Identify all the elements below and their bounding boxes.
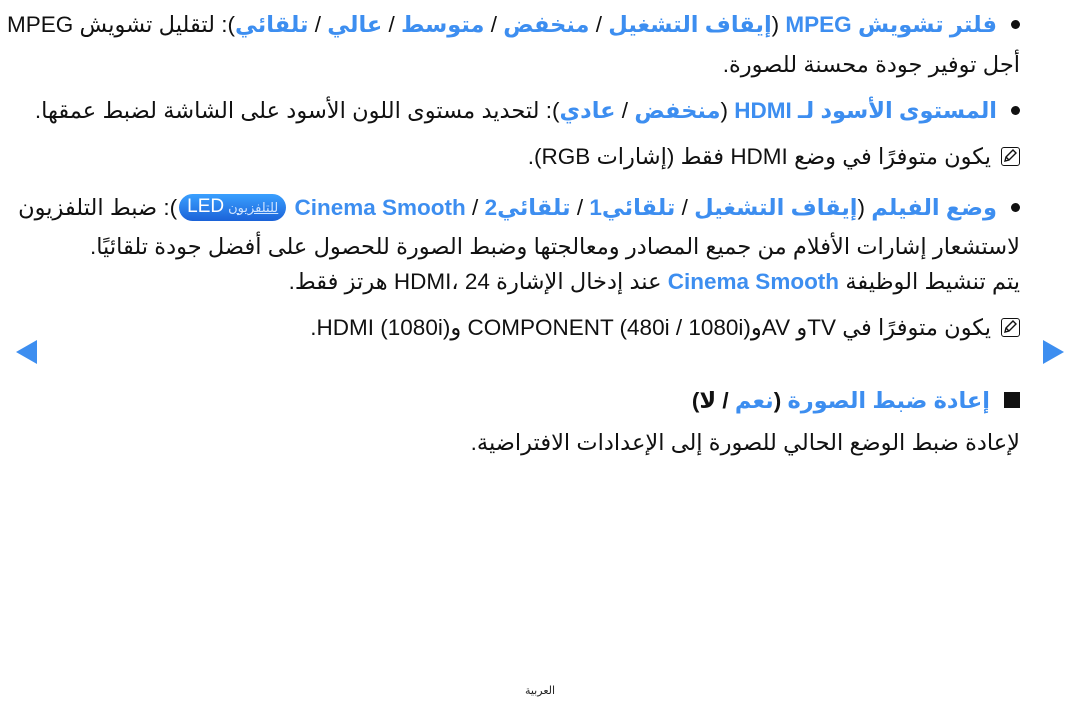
option-high: عالي: [327, 12, 383, 37]
hdmi-black-note: يكون متوفرًا في وضع HDMI فقط (إشارات RGB…: [528, 142, 1020, 172]
option-auto1: تلقائي1: [589, 195, 676, 220]
bullet-icon: [1011, 202, 1020, 212]
option-normal: عادي: [559, 98, 616, 123]
picture-reset-line: إعادة ضبط الصورة (نعم / لا): [692, 386, 1020, 416]
option-no: لا: [699, 388, 717, 413]
option-auto: تلقائي: [234, 12, 309, 37]
hdmi-black-level-line: المستوى الأسود لـ HDMI (منخفض / عادي): ل…: [35, 96, 1020, 126]
square-bullet-icon: [1004, 392, 1020, 409]
option-medium: متوسط: [401, 12, 485, 37]
picture-reset-desc: لإعادة ضبط الوضع الحالي للصورة إلى الإعد…: [470, 430, 1020, 455]
mpeg-desc-line2: أجل توفير جودة محسنة للصورة.: [722, 52, 1020, 77]
cinema-smooth-label: Cinema Smooth: [667, 269, 840, 294]
option-off: إيقاف التشغيل: [608, 12, 772, 37]
hdmi-black-title: المستوى الأسود لـ HDMI: [734, 98, 997, 123]
footer-language: العربية: [524, 685, 556, 697]
hdmi-black-desc: : لتحديد مستوى اللون الأسود على الشاشة ل…: [34, 98, 553, 123]
prev-page-arrow[interactable]: [16, 340, 37, 364]
picture-reset-title: إعادة ضبط الصورة: [787, 388, 990, 413]
note-icon: [1001, 317, 1020, 337]
option-off: إيقاف التشغيل: [694, 195, 858, 220]
film-mode-desc-line3: يتم تنشيط الوظيفة Cinema Smooth عند إدخا…: [288, 269, 1020, 294]
option-cinema-smooth: Cinema Smooth: [294, 195, 466, 220]
next-page-arrow[interactable]: [1043, 340, 1064, 364]
mpeg-noise-filter-line: فلتر تشويش MPEG (إيقاف التشغيل / منخفض /…: [0, 10, 1020, 40]
manual-page: فلتر تشويش MPEG (إيقاف التشغيل / منخفض /…: [0, 0, 1020, 705]
film-mode-desc-1: : ضبط التلفزيون: [18, 195, 170, 220]
option-low: منخفض: [503, 12, 590, 37]
mpeg-filter-title: فلتر تشويش MPEG: [785, 12, 997, 37]
option-low: منخفض: [634, 98, 721, 123]
film-mode-title: وضع الفيلم: [871, 195, 997, 220]
film-mode-line: وضع الفيلم (إيقاف التشغيل / تلقائي1 / تل…: [18, 193, 1020, 223]
option-auto2: تلقائي2: [484, 195, 571, 220]
film-mode-desc-line2: لاستشعار إشارات الأفلام من جميع المصادر …: [89, 234, 1020, 259]
mpeg-desc-1: : لتقليل تشويش MPEG من: [0, 12, 228, 37]
option-yes: نعم: [734, 388, 774, 413]
bullet-icon: [1011, 19, 1020, 29]
film-mode-note: يكون متوفرًا في TVو AVوCOMPONENT (480i /…: [310, 313, 1020, 343]
bullet-icon: [1011, 105, 1020, 115]
note-icon: [1001, 146, 1020, 166]
led-tv-badge: للتلفزيونLED: [179, 193, 287, 221]
